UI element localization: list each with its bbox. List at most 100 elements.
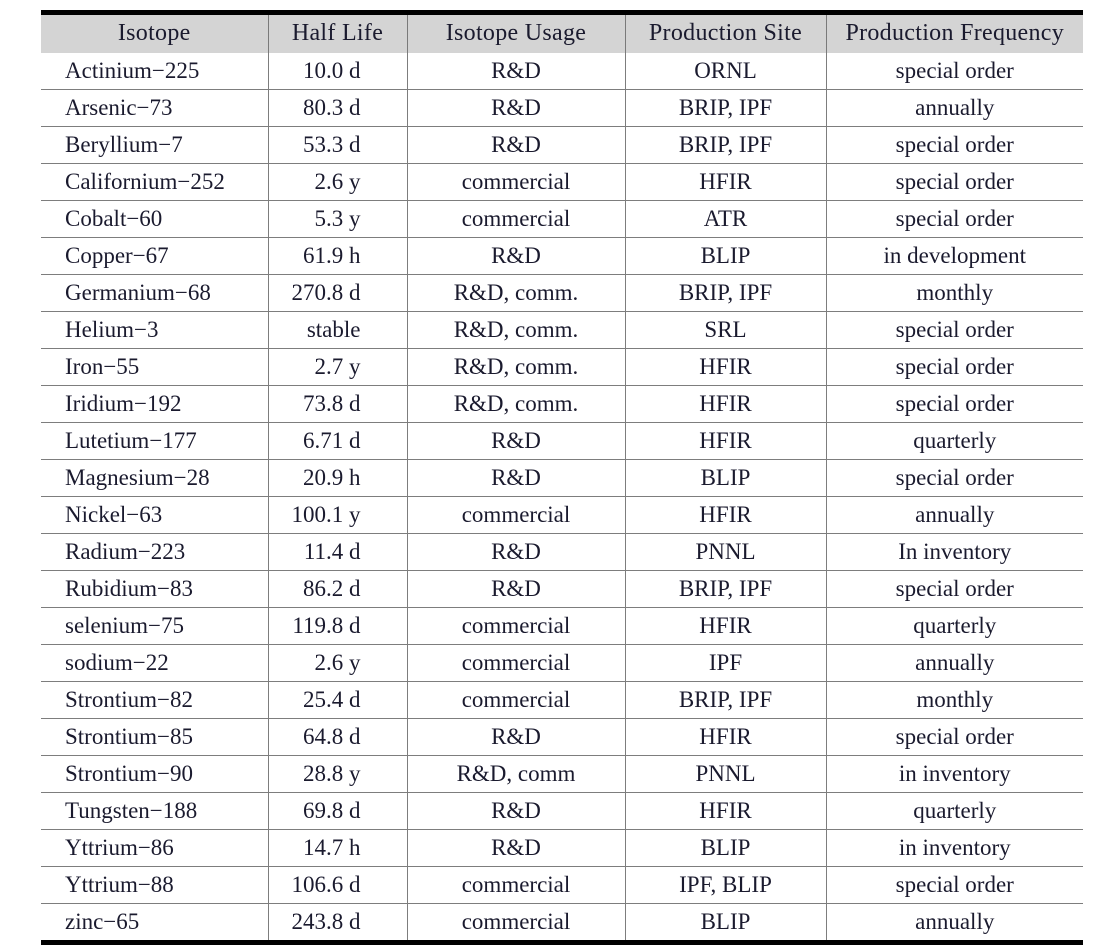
cell-production-frequency: quarterly [826, 422, 1083, 460]
table-row[interactable]: Radium−223 11.4 d R&D PNNL In inventory [41, 533, 1083, 571]
cell-production-site: HFIR [625, 607, 827, 645]
cell-production-site: BLIP [625, 237, 827, 275]
cell-production-site: BRIP, IPF [625, 681, 827, 719]
cell-half-life: 119.8 d [268, 607, 408, 645]
cell-isotope: Iridium−192 [41, 385, 269, 423]
cell-production-site: BRIP, IPF [625, 274, 827, 312]
cell-half-life: 69.8 d [268, 792, 408, 830]
table-row[interactable]: Beryllium−7 53.3 d R&D BRIP, IPF special ord… [41, 126, 1083, 164]
table-row[interactable]: zinc−65 243.8 d commercial BLIP annually [41, 903, 1083, 943]
column-header-isotope[interactable]: Isotope [41, 12, 269, 53]
cell-production-site: HFIR [625, 718, 827, 756]
cell-isotope-usage: R&D, comm. [407, 348, 626, 386]
cell-isotope-usage: R&D, comm. [407, 274, 626, 312]
table-row[interactable]: Californium−252 2.6 y commercial HFIR specia… [41, 163, 1083, 201]
cell-half-life: 106.6 d [268, 866, 408, 904]
table-row[interactable]: sodium−22 2.6 y commercial IPF annually [41, 644, 1083, 682]
cell-production-site: ATR [625, 200, 827, 238]
cell-isotope-usage: R&D [407, 718, 626, 756]
cell-production-site: BRIP, IPF [625, 570, 827, 608]
cell-isotope-usage: commercial [407, 866, 626, 904]
table-row[interactable]: Germanium−68 270.8 d R&D, comm. BRIP, IPF mo… [41, 274, 1083, 312]
cell-isotope-usage: R&D, comm. [407, 311, 626, 349]
cell-production-site: BLIP [625, 903, 827, 943]
cell-half-life: 73.8 d [268, 385, 408, 423]
cell-production-site: BLIP [625, 459, 827, 497]
cell-half-life: 270.8 d [268, 274, 408, 312]
cell-isotope-usage: commercial [407, 903, 626, 943]
table-row[interactable]: Copper−67 61.9 h R&D BLIP in development [41, 237, 1083, 275]
cell-half-life: 100.1 y [268, 496, 408, 534]
cell-production-frequency: In inventory [826, 533, 1083, 571]
table-body: Actinium−225 10.0 d R&D ORNL special order Ar… [41, 53, 1083, 943]
cell-production-frequency: special order [826, 163, 1083, 201]
table-row[interactable]: Arsenic−73 80.3 d R&D BRIP, IPF annually [41, 89, 1083, 127]
cell-production-frequency: monthly [826, 274, 1083, 312]
table-row[interactable]: Iron−55 2.7 y R&D, comm. HFIR special order [41, 348, 1083, 386]
page-root: Isotope Half Life Isotope Usage Producti… [0, 0, 1109, 945]
cell-half-life: 2.6 y [268, 163, 408, 201]
cell-production-frequency: special order [826, 459, 1083, 497]
column-header-production-site[interactable]: Production Site [625, 12, 827, 53]
cell-production-site: IPF [625, 644, 827, 682]
table-row[interactable]: Actinium−225 10.0 d R&D ORNL special order [41, 53, 1083, 90]
cell-half-life: 25.4 d [268, 681, 408, 719]
table-row[interactable]: Nickel−63 100.1 y commercial HFIR annually [41, 496, 1083, 534]
cell-isotope-usage: commercial [407, 607, 626, 645]
cell-production-site: HFIR [625, 348, 827, 386]
cell-isotope-usage: R&D [407, 792, 626, 830]
cell-production-frequency: special order [826, 570, 1083, 608]
cell-production-site: HFIR [625, 163, 827, 201]
table-row[interactable]: selenium−75 119.8 d commercial HFIR quarterl… [41, 607, 1083, 645]
cell-isotope: Beryllium−7 [41, 126, 269, 164]
cell-production-site: BRIP, IPF [625, 126, 827, 164]
cell-isotope: selenium−75 [41, 607, 269, 645]
cell-production-frequency: special order [826, 126, 1083, 164]
cell-isotope: Radium−223 [41, 533, 269, 571]
cell-isotope: Californium−252 [41, 163, 269, 201]
cell-production-site: SRL [625, 311, 827, 349]
cell-production-site: ORNL [625, 53, 827, 90]
cell-half-life: 61.9 h [268, 237, 408, 275]
table-row[interactable]: Strontium−85 64.8 d R&D HFIR special order [41, 718, 1083, 756]
table-row[interactable]: Strontium−82 25.4 d commercial BRIP, IPF mon… [41, 681, 1083, 719]
cell-isotope-usage: R&D [407, 126, 626, 164]
column-header-half-life[interactable]: Half Life [268, 12, 408, 53]
table-row[interactable]: Strontium−90 28.8 y R&D, comm PNNL in invent… [41, 755, 1083, 793]
cell-production-frequency: annually [826, 644, 1083, 682]
cell-half-life: 10.0 d [268, 53, 408, 90]
cell-production-frequency: special order [826, 348, 1083, 386]
cell-isotope: Actinium−225 [41, 53, 269, 90]
cell-isotope: sodium−22 [41, 644, 269, 682]
cell-half-life: 20.9 h [268, 459, 408, 497]
cell-isotope-usage: R&D, comm. [407, 385, 626, 423]
cell-isotope-usage: R&D [407, 422, 626, 460]
table-row[interactable]: Helium−3 stable R&D, comm. SRL special order [41, 311, 1083, 349]
cell-isotope-usage: commercial [407, 496, 626, 534]
table-row[interactable]: Cobalt−60 5.3 y commercial ATR special order [41, 200, 1083, 238]
cell-production-site: HFIR [625, 792, 827, 830]
cell-isotope: zinc−65 [41, 903, 269, 943]
cell-isotope: Magnesium−28 [41, 459, 269, 497]
table-row[interactable]: Rubidium−83 86.2 d R&D BRIP, IPF special ord… [41, 570, 1083, 608]
cell-production-site: PNNL [625, 533, 827, 571]
column-header-isotope-usage[interactable]: Isotope Usage [407, 12, 626, 53]
cell-isotope: Iron−55 [41, 348, 269, 386]
cell-isotope: Strontium−90 [41, 755, 269, 793]
cell-isotope: Strontium−82 [41, 681, 269, 719]
table-row[interactable]: Magnesium−28 20.9 h R&D BLIP special order [41, 459, 1083, 497]
cell-production-frequency: special order [826, 311, 1083, 349]
cell-isotope-usage: commercial [407, 163, 626, 201]
cell-half-life: stable [268, 311, 408, 349]
column-header-production-frequency[interactable]: Production Frequency [826, 13, 1083, 54]
table-row[interactable]: Yttrium−86 14.7 h R&D BLIP in inventory [41, 829, 1083, 867]
cell-production-site: HFIR [625, 422, 827, 460]
table-row[interactable]: Lutetium−177 6.71 d R&D HFIR quarterly [41, 422, 1083, 460]
table-row[interactable]: Iridium−192 73.8 d R&D, comm. HFIR special o… [41, 385, 1083, 423]
cell-production-site: HFIR [625, 496, 827, 534]
cell-half-life: 86.2 d [268, 570, 408, 608]
cell-production-frequency: annually [826, 903, 1083, 943]
table-row[interactable]: Yttrium−88 106.6 d commercial IPF, BLIP spec… [41, 866, 1083, 904]
table-row[interactable]: Tungsten−188 69.8 d R&D HFIR quarterly [41, 792, 1083, 830]
cell-isotope-usage: R&D [407, 829, 626, 867]
